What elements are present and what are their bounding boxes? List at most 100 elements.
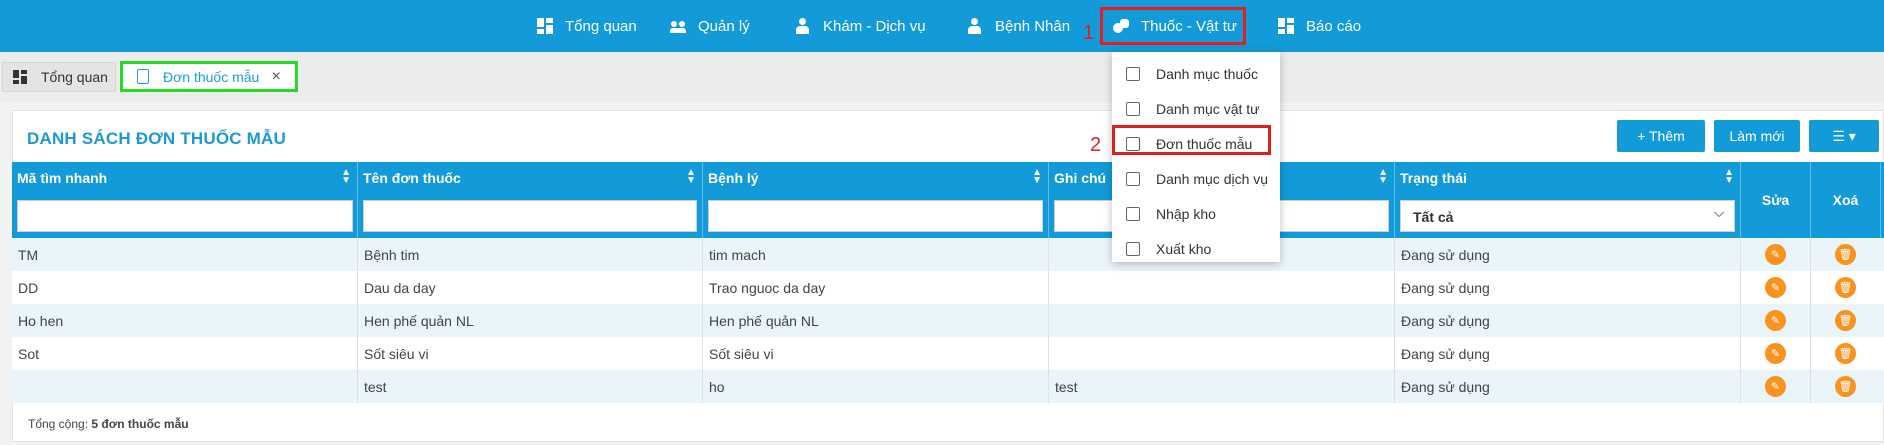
box-icon xyxy=(1126,102,1140,116)
filter-ma-tim-nhanh-input[interactable] xyxy=(17,200,353,232)
header-sua: Sửa xyxy=(1741,162,1811,238)
cell-delete: 🗑 xyxy=(1811,238,1881,271)
header-ma-tim-nhanh[interactable]: Mã tìm nhanh ▲ ▼ xyxy=(12,162,358,238)
refresh-button[interactable]: Làm mới xyxy=(1714,120,1800,152)
cell-code: DD xyxy=(12,271,358,304)
header-benh-ly[interactable]: Bệnh lý ▲ ▼ xyxy=(703,162,1049,238)
edit-icon[interactable]: ✎ xyxy=(1765,244,1786,265)
cell-code xyxy=(12,370,358,403)
trash-icon[interactable]: 🗑 xyxy=(1835,310,1856,331)
filter-ten-don-thuoc-input[interactable] xyxy=(363,200,697,232)
cell-status: Đang sử dụng xyxy=(1395,271,1741,304)
nav-label: Bệnh Nhân xyxy=(995,17,1071,35)
warehouse-out-icon xyxy=(1126,242,1140,256)
header-ten-don-thuoc[interactable]: Tên đơn thuốc ▲ ▼ xyxy=(358,162,703,238)
cell-edit: ✎ xyxy=(1741,370,1811,403)
step-marker-2: 2 xyxy=(1090,134,1102,156)
cell-name: Bệnh tim xyxy=(358,238,703,271)
cell-name: Hen phế quản NL xyxy=(358,304,703,337)
nav-label: Khám - Dịch vụ xyxy=(823,17,926,35)
cell-note xyxy=(1049,337,1395,370)
header-trang-thai[interactable]: Trạng thái ▲ ▼ Tất cả ⌵ xyxy=(1395,162,1741,238)
cell-disease: Hen phế quản NL xyxy=(703,304,1049,337)
trash-icon[interactable]: 🗑 xyxy=(1835,376,1856,397)
menu-item-danh-muc-vat-tu[interactable]: Danh mục vật tư xyxy=(1112,92,1280,126)
cell-status: Đang sử dụng xyxy=(1395,370,1741,403)
header-xoa: Xoá xyxy=(1811,162,1881,238)
menu-item-nhap-kho[interactable]: Nhập kho xyxy=(1112,197,1280,231)
edit-icon[interactable]: ✎ xyxy=(1765,310,1786,331)
cell-name: Sốt siêu vi xyxy=(358,337,703,370)
filter-benh-ly-input[interactable] xyxy=(708,200,1043,232)
nav-label: Báo cáo xyxy=(1306,17,1362,35)
cell-code: TM xyxy=(12,238,358,271)
cell-edit: ✎ xyxy=(1741,238,1811,271)
tab-label: Đơn thuốc mẫu xyxy=(163,68,260,85)
report-icon xyxy=(1278,18,1294,34)
table-row[interactable]: test ho test Đang sử dụng ✎ 🗑 xyxy=(12,370,1884,403)
trash-icon[interactable]: 🗑 xyxy=(1835,343,1856,364)
nav-item-tong-quan[interactable]: Tổng quan xyxy=(537,0,637,52)
nav-item-benh-nhan[interactable]: Bệnh Nhân xyxy=(967,0,1070,52)
cell-note xyxy=(1049,304,1395,337)
cell-delete: 🗑 xyxy=(1811,337,1881,370)
dashboard-icon xyxy=(13,70,27,84)
menu-item-danh-muc-thuoc[interactable]: Danh mục thuốc xyxy=(1112,57,1280,91)
cell-note xyxy=(1049,271,1395,304)
cell-name: test xyxy=(358,370,703,403)
cell-status: Đang sử dụng xyxy=(1395,337,1741,370)
cell-status: Đang sử dụng xyxy=(1395,304,1741,337)
cell-delete: 🗑 xyxy=(1811,304,1881,337)
service-list-icon xyxy=(1126,172,1140,186)
patient-icon xyxy=(967,18,983,34)
people-icon xyxy=(670,18,686,34)
add-button[interactable]: + Thêm xyxy=(1617,120,1705,152)
cell-delete: 🗑 xyxy=(1811,271,1881,304)
edit-icon[interactable]: ✎ xyxy=(1765,376,1786,397)
top-navbar: Tổng quan Quản lý Khám - Dịch vụ Bệnh Nh… xyxy=(0,0,1884,52)
cell-disease: tim mach xyxy=(703,238,1049,271)
table-footer: Tổng cộng: 5 đơn thuốc mẫu xyxy=(28,417,189,431)
columns-menu-button[interactable]: ☰ ▾ xyxy=(1809,120,1879,152)
table-header: Mã tìm nhanh ▲ ▼ Tên đơn thuốc ▲ ▼ Bệnh lý… xyxy=(12,162,1884,238)
filter-trang-thai-select[interactable]: Tất cả ⌵ xyxy=(1400,200,1735,232)
cell-disease: Trao nguoc da day xyxy=(703,271,1049,304)
sort-icon[interactable]: ▲ ▼ xyxy=(686,168,696,186)
table-row[interactable]: TM Bệnh tim tim mach Đang sử dụng ✎ 🗑 xyxy=(12,238,1884,271)
edit-icon[interactable]: ✎ xyxy=(1765,277,1786,298)
nav-item-bao-cao[interactable]: Báo cáo xyxy=(1278,0,1361,52)
cell-status: Đang sử dụng xyxy=(1395,238,1741,271)
medicine-icon xyxy=(1126,67,1140,81)
tab-tong-quan[interactable]: Tổng quan xyxy=(2,62,116,92)
table-row[interactable]: DD Dau da day Trao nguoc da day Đang sử dụn… xyxy=(12,271,1884,304)
sort-icon[interactable]: ▲ ▼ xyxy=(341,168,351,186)
sort-icon[interactable]: ▲ ▼ xyxy=(1724,168,1734,186)
cell-disease: Sốt siêu vi xyxy=(703,337,1049,370)
table-row[interactable]: Sot Sốt siêu vi Sốt siêu vi Đang sử dụng ✎ 🗑 xyxy=(12,337,1884,370)
trash-icon[interactable]: 🗑 xyxy=(1835,277,1856,298)
tab-label: Tổng quan xyxy=(41,69,108,85)
nav-item-quan-ly[interactable]: Quản lý xyxy=(670,0,750,52)
nav-item-kham-dich-vu[interactable]: Khám - Dịch vụ xyxy=(795,0,926,52)
cell-edit: ✎ xyxy=(1741,304,1811,337)
cell-code: Sot xyxy=(12,337,358,370)
cell-edit: ✎ xyxy=(1741,337,1811,370)
menu-item-xuat-kho[interactable]: Xuất kho xyxy=(1112,232,1280,266)
close-icon[interactable]: × xyxy=(272,68,281,86)
step-marker-1: 1 xyxy=(1083,22,1095,44)
table-row[interactable]: Ho hen Hen phế quản NL Hen phế quản NL Đang… xyxy=(12,304,1884,337)
trash-icon[interactable]: 🗑 xyxy=(1835,244,1856,265)
nav-label: Tổng quan xyxy=(565,17,637,35)
menu-item-danh-muc-dich-vu[interactable]: Danh mục dịch vụ xyxy=(1112,162,1280,196)
cell-note: test xyxy=(1049,370,1395,403)
tab-don-thuoc-mau[interactable]: Đơn thuốc mẫu × xyxy=(120,61,298,92)
sort-icon[interactable]: ▲ ▼ xyxy=(1032,168,1042,186)
nav-label: Quản lý xyxy=(698,17,750,35)
highlight-box-menu xyxy=(1100,7,1246,45)
edit-icon[interactable]: ✎ xyxy=(1765,343,1786,364)
sort-icon[interactable]: ▲ ▼ xyxy=(1378,168,1388,186)
prescription-icon xyxy=(137,69,149,84)
doctor-icon xyxy=(795,18,811,34)
dashboard-icon xyxy=(537,18,553,34)
cell-delete: 🗑 xyxy=(1811,370,1881,403)
